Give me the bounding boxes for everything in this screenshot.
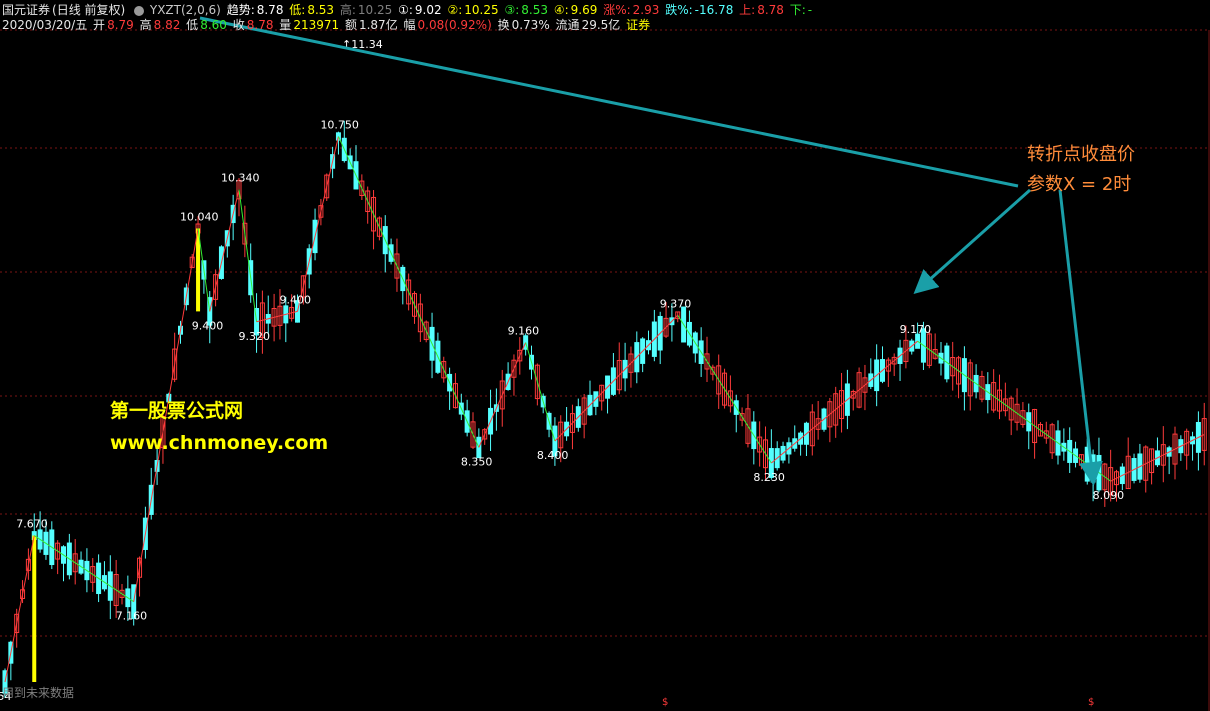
amount-label: 额 — [344, 18, 357, 32]
annotation-param: 参数X = 2时 — [1027, 174, 1132, 195]
pivot-label: 9.400 — [280, 293, 312, 306]
turnover-value: 0.73% — [511, 18, 550, 32]
zigzag-segment — [238, 189, 258, 322]
watermark-site-name: 第一股票公式网 — [110, 400, 244, 422]
zigzag-segment — [33, 535, 134, 603]
pivot-label: 9.170 — [900, 323, 932, 336]
up-label: 上: — [739, 3, 756, 17]
zigzag-segment — [917, 340, 1111, 482]
sector-label[interactable]: 证券 — [626, 18, 650, 32]
low-label: 低: — [289, 3, 306, 17]
open-label: 开 — [93, 18, 106, 32]
close-label: 收 — [232, 18, 245, 32]
pivot-label: 10.750 — [320, 118, 359, 131]
fall-pct-value: -16.78 — [694, 3, 734, 17]
zigzag-segment — [554, 314, 679, 442]
watermark-site-url: www.chnmoney.com — [110, 432, 329, 454]
down-label: 下: — [789, 3, 806, 17]
p3-value: 8.53 — [521, 3, 548, 17]
p3-label: ③: — [504, 3, 520, 17]
trendline — [199, 16, 1019, 188]
turnover-label: 换 — [497, 18, 510, 32]
pivot-label: 9.370 — [660, 297, 692, 310]
high2-label: 高 — [139, 18, 152, 32]
pivot-label: 8.090 — [1093, 489, 1125, 502]
zigzag-segment — [677, 315, 772, 464]
header-row-quote: 国元证券 (日线 前复权) YXZT(2,0,6) 趋势: 8.78 低: 8.53 … — [2, 2, 814, 18]
pivot-label: 10.340 — [221, 172, 260, 185]
amount-value: 1.87亿 — [358, 18, 398, 32]
pivot-labels: 6.547.6707.16010.0409.40010.3409.3209.40… — [0, 38, 1124, 703]
future-mark: $ — [662, 697, 669, 708]
p4-value: 9.69 — [570, 3, 598, 17]
pivot-label: 9.160 — [508, 324, 540, 337]
arrow-to-8090 — [1058, 189, 1103, 486]
zigzag-segment — [297, 136, 339, 312]
p4-label: ④: — [553, 3, 569, 17]
amp-value: 0.08(0.92%) — [417, 18, 492, 32]
period-label: (日线 前复权) — [52, 3, 126, 17]
annotation-title: 转折点收盘价 — [1027, 144, 1135, 165]
zigzag-segment — [771, 340, 918, 464]
annotation-arrows — [199, 16, 1103, 486]
stock-name[interactable]: 国元证券 — [2, 3, 50, 17]
arrow-to-9170 — [913, 188, 1031, 294]
fall-pct-label: 跌%: — [665, 3, 693, 17]
zigzag-segment — [337, 136, 480, 448]
pivot-label: 10.040 — [180, 210, 219, 223]
amp-label: 幅 — [403, 18, 416, 32]
low-value: 8.53 — [307, 3, 335, 17]
zigzag-segment — [478, 342, 527, 448]
down-value: - — [807, 3, 813, 17]
low2-label: 低 — [186, 18, 199, 32]
pivot-label: 8.230 — [753, 471, 785, 484]
signal-bar — [32, 535, 37, 682]
gear-icon[interactable] — [134, 5, 145, 16]
rise-pct-label: 涨%: — [603, 3, 631, 17]
date-label: 2020/03/20/五 — [2, 18, 88, 32]
future-data-notice: 用到未来数据 — [2, 686, 75, 700]
pivot-label: 7.670 — [16, 518, 48, 531]
trend-label: 趋势: — [226, 3, 255, 17]
up-value: 8.78 — [757, 3, 784, 17]
p2-label: ②: — [447, 3, 463, 17]
high-value: 10.25 — [357, 3, 393, 17]
trend-value: 8.78 — [256, 3, 284, 17]
open-value: 8.79 — [107, 18, 134, 32]
pivot-label: 9.320 — [239, 330, 270, 343]
high2-value: 8.82 — [153, 18, 181, 32]
candlestick-chart[interactable]: 6.547.6707.16010.0409.40010.3409.3209.40… — [0, 0, 1210, 711]
close-value: 8.78 — [246, 18, 274, 32]
pivot-label: 9.400 — [192, 319, 224, 332]
pivot-label: 8.400 — [537, 449, 569, 462]
rise-pct-value: 2.93 — [632, 3, 660, 17]
p1-value: 9.02 — [414, 3, 442, 17]
float-value: 29.5亿 — [581, 18, 621, 32]
candle-body — [915, 333, 921, 349]
p1-label: ①: — [398, 3, 413, 17]
zigzag-segment — [209, 189, 240, 312]
zigzag-segment — [4, 535, 35, 683]
low2-value: 8.60 — [200, 18, 227, 32]
header-row-bar-info: 2020/03/20/五 开 8.79 高 8.82 低 8.60 收 8.78 量 21… — [2, 17, 652, 33]
pivot-label: 8.350 — [461, 455, 493, 468]
pivot-label: 7.160 — [116, 610, 148, 623]
vol-label: 量 — [279, 18, 292, 32]
p2-value: 10.25 — [464, 3, 499, 17]
vol-value: 213971 — [293, 18, 340, 32]
zigzag-segment — [525, 342, 556, 442]
float-label: 流通 — [555, 18, 580, 32]
future-mark: $ — [1088, 697, 1095, 708]
high-label: 高: — [339, 3, 356, 17]
indicator-name[interactable]: YXZT(2,0,6) — [150, 3, 221, 17]
